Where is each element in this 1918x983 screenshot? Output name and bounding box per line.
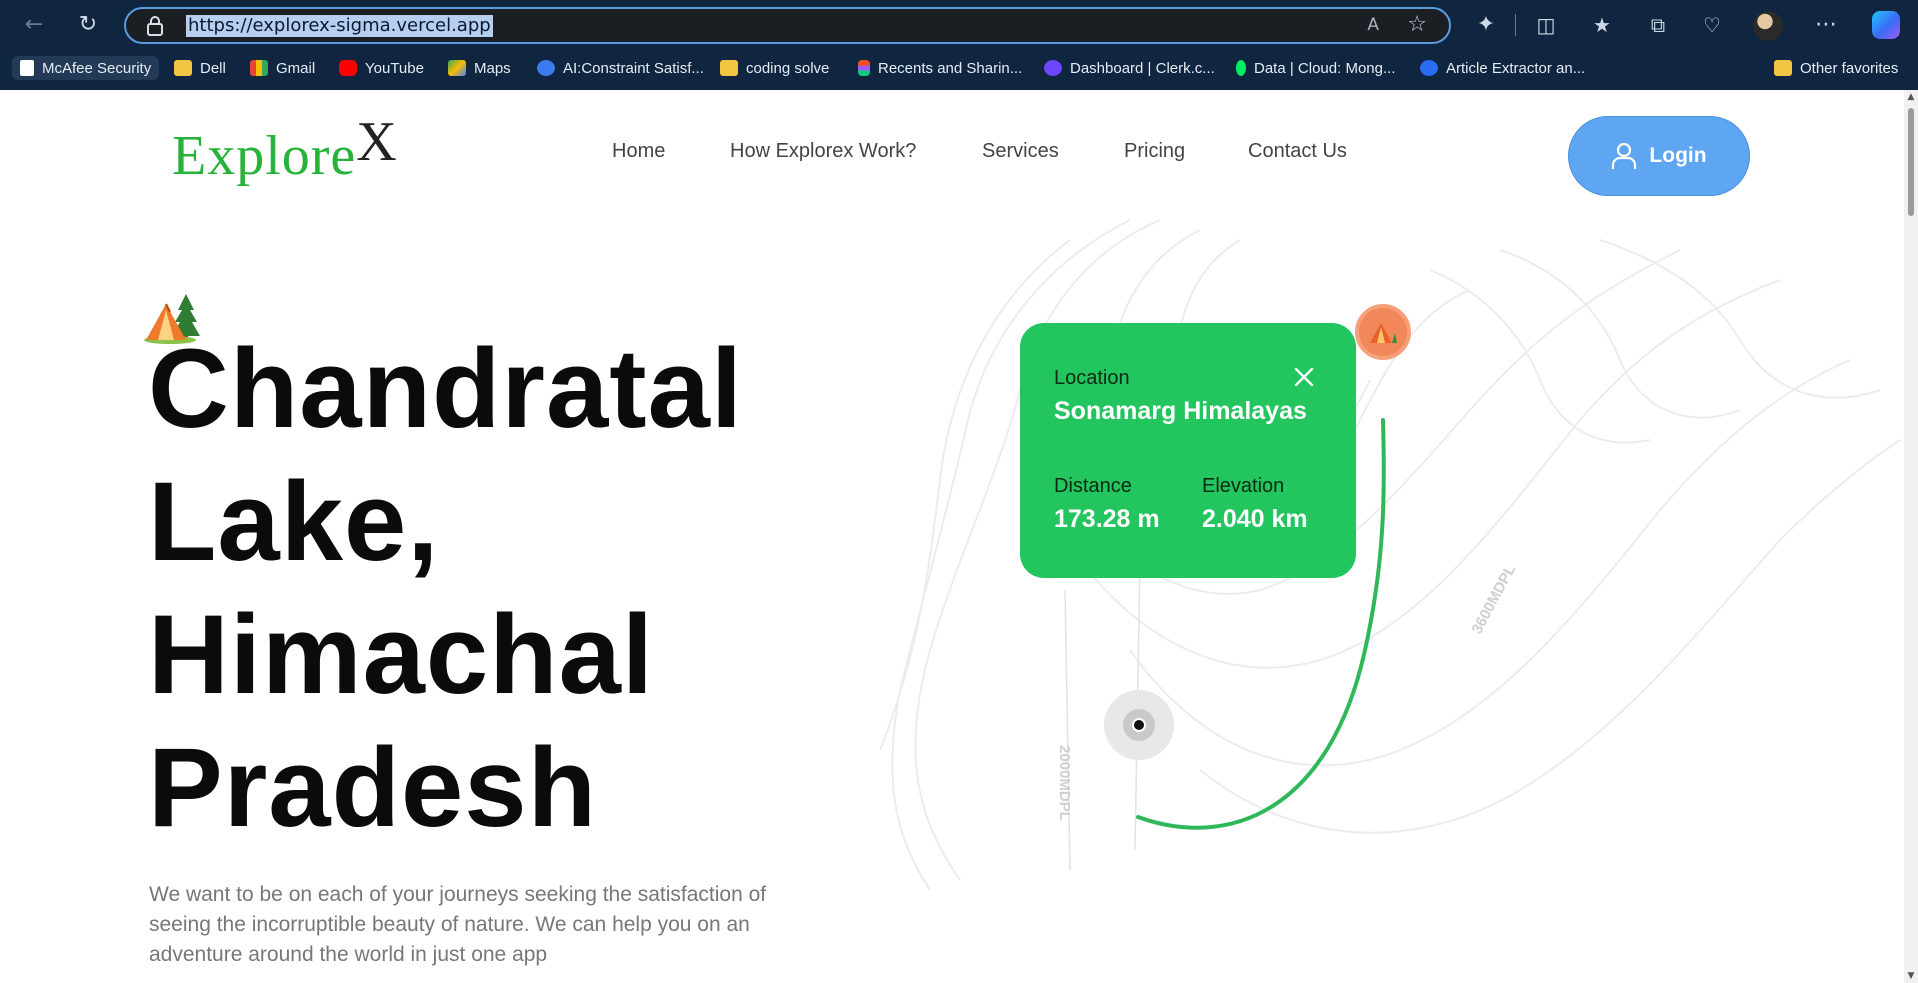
bookmark-label: Gmail: [276, 59, 316, 77]
webpage: ExploreX Home How Explorex Work? Service…: [0, 90, 1904, 983]
user-icon: [1612, 142, 1637, 169]
bookmark-label: Article Extractor an...: [1446, 59, 1586, 77]
browser-toolbar: ← ↻ https://explorex-sigma.vercel.app A …: [0, 0, 1918, 50]
login-label: Login: [1649, 144, 1707, 167]
hero-headline: Chandratal Lake, Himachal Pradesh: [148, 322, 908, 854]
bookmark-figma-recents[interactable]: Recents and Sharin...: [858, 56, 1022, 80]
distance-label: Distance: [1054, 475, 1132, 497]
location-card: Location Sonamarg Himalayas Distance 173…: [1020, 323, 1356, 578]
scroll-down-arrow-icon[interactable]: ▼: [1906, 971, 1916, 981]
folder-icon: [720, 60, 738, 76]
clerk-icon: [1044, 60, 1062, 76]
nav-services[interactable]: Services: [982, 140, 1059, 163]
close-icon[interactable]: [1292, 365, 1316, 389]
bookmark-label: Dashboard | Clerk.c...: [1070, 59, 1215, 77]
distance-value: 173.28 m: [1054, 505, 1160, 533]
bookmark-mcafee[interactable]: McAfee Security: [12, 56, 160, 80]
toolbar-divider: [1515, 14, 1516, 36]
bookmark-label: YouTube: [365, 59, 424, 77]
back-icon[interactable]: ←: [18, 9, 50, 41]
start-point-marker[interactable]: [1104, 690, 1174, 760]
destination-pin[interactable]: [1355, 304, 1411, 360]
bookmark-clerk[interactable]: Dashboard | Clerk.c...: [1044, 56, 1215, 80]
headline-line: Chandratal: [148, 326, 743, 451]
refresh-icon[interactable]: ↻: [72, 9, 104, 41]
favorites-icon[interactable]: ★: [1586, 9, 1618, 41]
login-button[interactable]: Login: [1568, 116, 1750, 196]
elevation-value: 2.040 km: [1202, 505, 1308, 533]
contour-label-3600: 3600MDPL: [1469, 562, 1520, 637]
address-bar[interactable]: https://explorex-sigma.vercel.app A ☆: [124, 7, 1451, 44]
copilot-icon[interactable]: [1872, 11, 1900, 39]
elevation-label: Elevation: [1202, 475, 1285, 497]
location-value: Sonamarg Himalayas: [1054, 397, 1307, 425]
read-aloud-icon[interactable]: A: [1367, 15, 1379, 35]
start-point-core: [1132, 718, 1146, 732]
location-label: Location: [1054, 367, 1130, 389]
nav-pricing[interactable]: Pricing: [1124, 140, 1185, 163]
favorite-star-icon[interactable]: ☆: [1407, 12, 1427, 37]
bookmark-label: Dell: [200, 59, 226, 77]
browser-essentials-icon[interactable]: ♡: [1696, 9, 1728, 41]
bookmark-coding-solve[interactable]: coding solve: [720, 56, 829, 80]
bookmark-dell[interactable]: Dell: [174, 56, 226, 80]
split-screen-icon[interactable]: ◫: [1530, 9, 1562, 41]
collections-icon[interactable]: ⧉: [1642, 9, 1674, 41]
bookmark-other-favorites[interactable]: Other favorites: [1774, 56, 1898, 80]
more-menu-icon[interactable]: ⋯: [1810, 9, 1842, 41]
headline-line: Pradesh: [148, 725, 597, 850]
bookmark-youtube[interactable]: YouTube: [339, 56, 424, 80]
bookmark-label: McAfee Security: [42, 59, 152, 77]
tent-icon: [1370, 323, 1397, 343]
bookmarks-bar: McAfee Security Dell Gmail YouTube Maps …: [0, 50, 1918, 86]
bookmark-label: Recents and Sharin...: [878, 59, 1023, 77]
nav-contact-us[interactable]: Contact Us: [1248, 140, 1347, 163]
hero-description: We want to be on each of your journeys s…: [149, 883, 767, 966]
youtube-icon: [339, 60, 357, 76]
bookmark-mongodb[interactable]: Data | Cloud: Mong...: [1236, 56, 1395, 80]
bookmark-gmail[interactable]: Gmail: [250, 56, 315, 80]
url-text[interactable]: https://explorex-sigma.vercel.app: [186, 15, 493, 37]
nav-home[interactable]: Home: [612, 140, 665, 163]
article-extractor-icon: [1420, 60, 1438, 76]
bookmark-label: Maps: [474, 59, 511, 77]
s-site-icon: [537, 60, 555, 76]
bookmark-ai-constraint[interactable]: AI:Constraint Satisf...: [537, 56, 704, 80]
bookmark-maps[interactable]: Maps: [448, 56, 511, 80]
scroll-up-arrow-icon[interactable]: ▲: [1906, 92, 1916, 102]
maps-icon: [448, 60, 466, 76]
nav-how-it-works[interactable]: How Explorex Work?: [730, 140, 916, 163]
bookmark-article-extractor[interactable]: Article Extractor an...: [1420, 56, 1585, 80]
figma-icon: [858, 60, 870, 76]
folder-icon: [174, 60, 192, 76]
bookmark-label: AI:Constraint Satisf...: [563, 59, 704, 77]
logo-x: X: [356, 111, 397, 173]
bookmark-label: coding solve: [746, 59, 830, 77]
logo-text: Explore: [172, 125, 357, 187]
bookmark-label: Data | Cloud: Mong...: [1254, 59, 1396, 77]
browser-chrome: ← ↻ https://explorex-sigma.vercel.app A …: [0, 0, 1918, 90]
folder-icon: [1774, 60, 1792, 76]
mongodb-leaf-icon: [1236, 60, 1246, 76]
page-scrollbar[interactable]: ▲ ▼: [1904, 90, 1918, 983]
extensions-icon[interactable]: ✦: [1470, 9, 1502, 41]
headline-line: Lake,: [148, 459, 440, 584]
contour-label-2000: 2000MDPL: [1056, 745, 1073, 821]
gmail-icon: [250, 60, 268, 76]
scroll-thumb[interactable]: [1908, 108, 1914, 216]
headline-line: Himachal: [148, 592, 654, 717]
lock-icon: [147, 16, 163, 36]
page-icon: [20, 60, 34, 76]
profile-avatar[interactable]: [1753, 11, 1783, 41]
site-logo[interactable]: ExploreX: [172, 111, 397, 194]
bookmark-label: Other favorites: [1800, 59, 1899, 77]
